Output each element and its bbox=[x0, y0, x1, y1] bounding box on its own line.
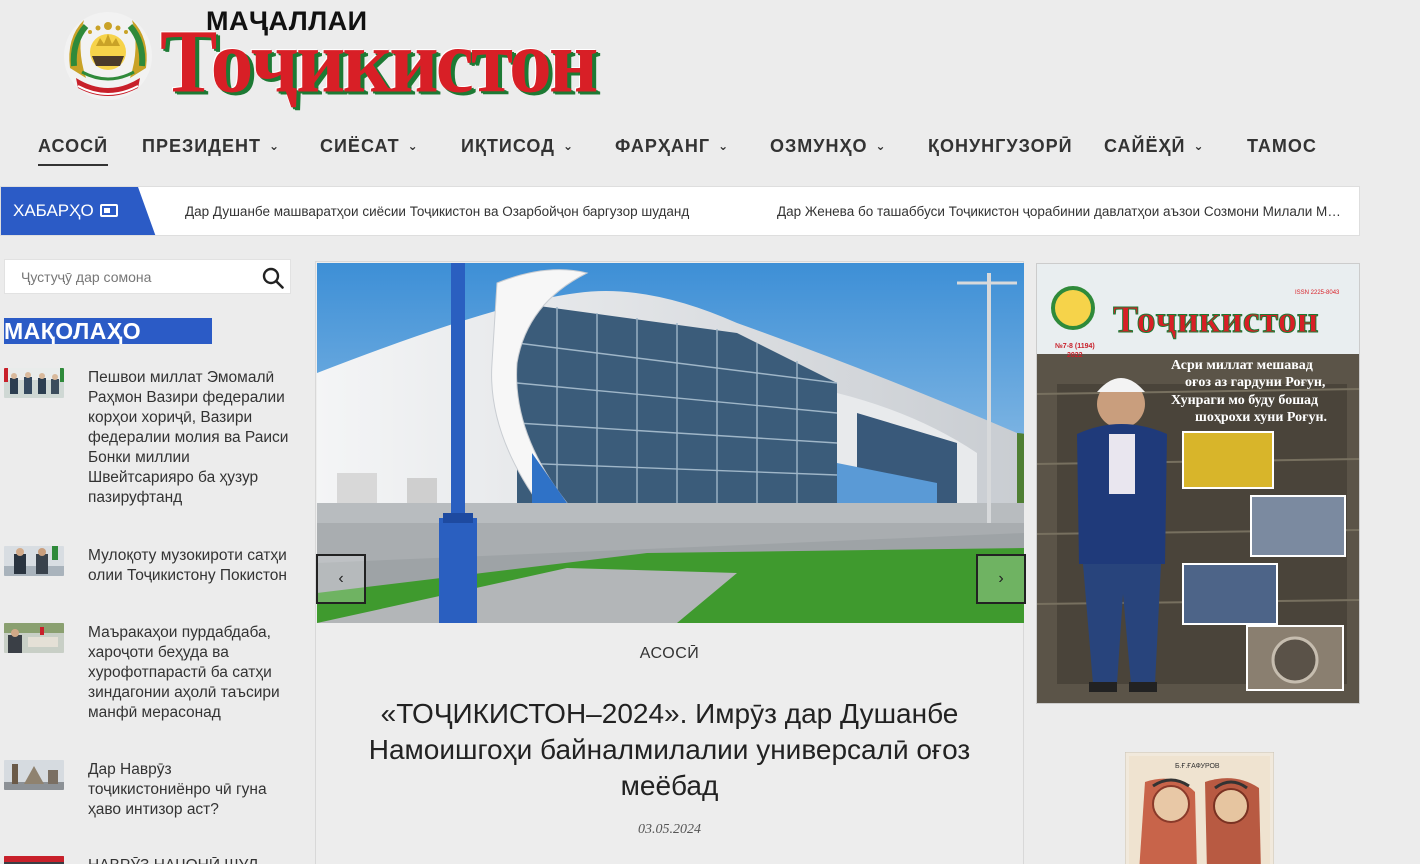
slide-title[interactable]: «ТОҶИКИСТОН–2024». Имрӯз дар Душанбе Нам… bbox=[346, 696, 993, 804]
article-title[interactable]: Пешвои миллат Эмомалӣ Раҳмон Вазири феде… bbox=[88, 368, 294, 508]
ticker-label-text: ХАБАРҲО bbox=[13, 201, 94, 220]
coat-of-arms-icon[interactable] bbox=[62, 8, 154, 102]
nav-item-label: ТАМОС bbox=[1247, 136, 1317, 156]
article-thumbnail[interactable] bbox=[4, 368, 64, 398]
article-thumbnail[interactable] bbox=[4, 856, 64, 864]
chevron-down-icon: ⌄ bbox=[1193, 139, 1205, 153]
nav-item-contact[interactable]: ТАМОС bbox=[1247, 136, 1317, 166]
chevron-down-icon: ⌄ bbox=[563, 139, 575, 153]
chevron-down-icon: ⌄ bbox=[875, 139, 887, 153]
chevron-down-icon: ⌄ bbox=[407, 139, 419, 153]
chevron-down-icon: ⌄ bbox=[269, 139, 281, 153]
nav-item-legislation[interactable]: ҚОНУНГУЗОРӢ bbox=[928, 136, 1073, 166]
page: МАҶАЛЛАИ Тоҷикистон АСОСӢ ПРЕЗИДЕНТ ⌄ СИЁ… bbox=[0, 0, 1420, 864]
search-box bbox=[4, 259, 291, 294]
site-header: МАҶАЛЛАИ Тоҷикистон bbox=[0, 0, 1420, 115]
nav-item-label: СИЁСАТ bbox=[320, 136, 400, 156]
logo-title[interactable]: Тоҷикистон bbox=[160, 16, 598, 106]
cover-year: 2022 bbox=[1067, 352, 1083, 359]
magazine-cover-image: Тоҷикистон ISSN 2225-8043 №7-8 (1194) 20… bbox=[1037, 264, 1359, 703]
slider-next-button[interactable]: › bbox=[976, 554, 1026, 604]
slide-date: 03.05.2024 bbox=[638, 822, 701, 837]
slider-prev-button[interactable]: ‹ bbox=[316, 554, 366, 604]
ticker-news-item[interactable]: Дар Душанбе машваратҳои сиёсии Тоҷикисто… bbox=[185, 204, 725, 219]
slide-category[interactable]: АСОСӢ bbox=[316, 645, 1023, 663]
nav-item-contests[interactable]: ОЗМУНҲО ⌄ bbox=[770, 136, 887, 166]
search-icon[interactable] bbox=[262, 267, 284, 289]
chevron-down-icon: ⌄ bbox=[718, 139, 730, 153]
article-title[interactable]: НАВРӮЗ НАҶОНӢ ШУЛ bbox=[88, 856, 294, 864]
nav-item-culture[interactable]: ФАРҲАНГ ⌄ bbox=[615, 136, 729, 166]
news-ticker: ХАБАРҲО Дар Душанбе машваратҳои сиёсии Т… bbox=[0, 186, 1360, 236]
cover-issn: ISSN 2225-8043 bbox=[1295, 290, 1340, 296]
newspaper-icon bbox=[99, 204, 118, 217]
nav-item-tourism[interactable]: САЙЁҲӢ ⌄ bbox=[1104, 136, 1205, 166]
cover-caption-line: Асри миллат мешавад bbox=[1171, 358, 1313, 373]
nav-item-label: АСОСӢ bbox=[38, 136, 109, 156]
nav-item-label: ИҚТИСОД bbox=[461, 136, 555, 156]
nav-item-label: ОЗМУНҲО bbox=[770, 136, 868, 156]
ticker-news-item[interactable]: Дар Женева бо ташаббуси Тоҷикистон ҷораб… bbox=[777, 204, 1343, 219]
cover-title: Тоҷикистон bbox=[1113, 299, 1319, 341]
article-thumbnail[interactable] bbox=[4, 623, 64, 653]
nav-item-president[interactable]: ПРЕЗИДЕНТ ⌄ bbox=[142, 136, 280, 166]
section-title-articles: МАҚОЛАҲО bbox=[4, 318, 212, 344]
nav-item-home[interactable]: АСОСӢ bbox=[38, 136, 109, 166]
article-thumbnail[interactable] bbox=[4, 760, 64, 790]
nav-item-label: САЙЁҲӢ bbox=[1104, 136, 1186, 156]
search-input[interactable] bbox=[5, 260, 245, 293]
nav-item-politics[interactable]: СИЁСАТ ⌄ bbox=[320, 136, 419, 166]
nav-item-label: ҚОНУНГУЗОРӢ bbox=[928, 136, 1073, 156]
featured-slide-image[interactable] bbox=[317, 263, 1024, 623]
article-title[interactable]: Маъракаҳои пурдабдаба, хароҷоти беҳуда в… bbox=[88, 623, 294, 723]
nav-item-label: ФАРҲАНГ bbox=[615, 136, 711, 156]
book-author: Б.Ғ.ҒАФУРОВ bbox=[1175, 763, 1220, 770]
cover-caption-line: шоҳрохи хуни Роғун. bbox=[1195, 410, 1327, 425]
book-cover-image: Б.Ғ.ҒАФУРОВ bbox=[1125, 752, 1274, 864]
cover-caption-line: Хунраги мо буду бошад bbox=[1171, 393, 1318, 408]
book-cover[interactable]: Б.Ғ.ҒАФУРОВ bbox=[1125, 752, 1274, 864]
article-title[interactable]: Дар Наврӯз тоҷикистониёнро чӣ гуна ҳаво … bbox=[88, 760, 294, 820]
featured-slider: ‹ › АСОСӢ «ТОҶИКИСТОН–2024». Имрӯз дар Д… bbox=[315, 261, 1026, 864]
article-thumbnail[interactable] bbox=[4, 546, 64, 576]
nav-item-economy[interactable]: ИҚТИСОД ⌄ bbox=[461, 136, 574, 166]
ticker-label: ХАБАРҲО bbox=[1, 187, 156, 235]
magazine-cover[interactable]: Тоҷикистон ISSN 2225-8043 №7-8 (1194) 20… bbox=[1036, 263, 1360, 704]
main-navigation: АСОСӢ ПРЕЗИДЕНТ ⌄ СИЁСАТ ⌄ ИҚТИСОД ⌄ ФАРҲАН… bbox=[0, 128, 1420, 168]
article-title[interactable]: Мулоқоту музокироти сатҳи олии Тоҷикисто… bbox=[88, 546, 294, 586]
cover-issue: №7-8 (1194) bbox=[1055, 342, 1095, 350]
cover-caption-line: оғоз аз гардуни Роғун, bbox=[1185, 375, 1325, 390]
nav-item-label: ПРЕЗИДЕНТ bbox=[142, 136, 261, 156]
